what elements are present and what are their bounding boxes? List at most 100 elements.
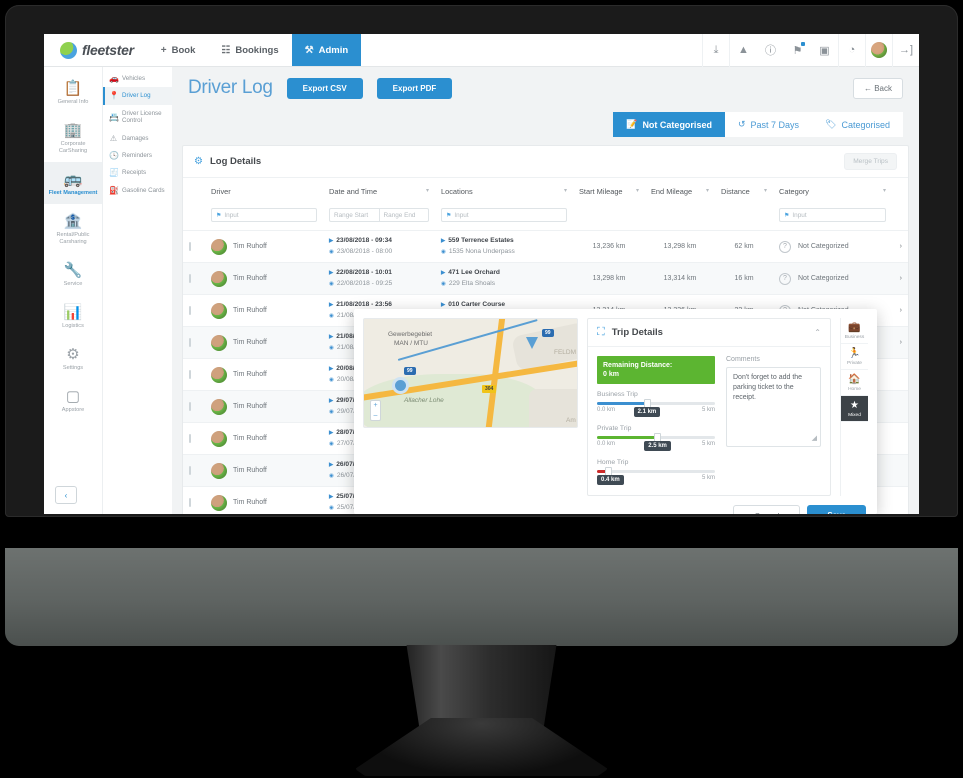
private-trip-slider[interactable] — [597, 433, 715, 442]
col-category[interactable]: ▾ Category — [773, 178, 892, 205]
row-checkbox[interactable] — [189, 242, 191, 251]
merge-trips-button[interactable]: Merge Trips — [844, 153, 897, 170]
tab-not-categorised[interactable]: 📝 Not Categorised — [613, 112, 725, 137]
nav-item-book[interactable]: + Book — [148, 34, 209, 66]
download-icon[interactable]: ⤓ — [702, 34, 729, 67]
logout-icon[interactable]: →] — [892, 34, 919, 67]
row-checkbox[interactable] — [189, 306, 191, 315]
category-filter-input[interactable]: ⚑ Input — [779, 208, 886, 222]
row-expand-chevron-icon[interactable]: › — [892, 263, 908, 295]
row-select-cell[interactable] — [183, 423, 205, 455]
range-start-input[interactable]: Range Start — [329, 208, 380, 222]
sidebar-item-vehicles[interactable]: 🚗 Vehicles — [103, 70, 172, 87]
export-pdf-button[interactable]: Export PDF — [376, 77, 453, 99]
range-end-input[interactable]: Range End — [379, 208, 429, 222]
row-select-cell[interactable] — [183, 295, 205, 327]
sidebar-item-rental-public-carsharing[interactable]: 🏦 Rental/Public Carsharing — [44, 204, 102, 253]
filter-icon: ⚑ — [784, 212, 790, 219]
sidebar-item-damages[interactable]: ⚠ Damages — [103, 130, 172, 147]
avatar[interactable] — [865, 34, 892, 67]
row-expand-chevron-icon[interactable] — [892, 423, 908, 455]
resize-grip-icon[interactable]: ◢ — [812, 434, 817, 444]
submenu-label: Driver License Control — [122, 109, 162, 125]
row-category-cell[interactable]: ? Not Categorized — [773, 231, 892, 263]
category-home[interactable]: 🏠 Home — [841, 370, 868, 396]
col-date-time[interactable]: ▾ Date and Time — [323, 178, 435, 205]
map-zoom-controls[interactable]: + – — [370, 400, 381, 421]
row-checkbox[interactable] — [189, 466, 191, 475]
row-expand-chevron-icon[interactable] — [892, 455, 908, 487]
sidebar-item-receipts[interactable]: 🧾 Receipts — [103, 164, 172, 181]
tab-categorised[interactable]: 🏷 Categorised — [812, 112, 903, 137]
sidebar-item-service[interactable]: 🔧 Service — [44, 253, 102, 295]
tab-past-7-days[interactable]: ↺ Past 7 Days — [724, 112, 813, 137]
category-mixed[interactable]: ★ Mixed — [841, 396, 868, 422]
col-distance[interactable]: ▾ Distance — [715, 178, 773, 205]
col-driver[interactable]: Driver — [205, 178, 323, 205]
save-button[interactable]: Save — [807, 505, 866, 514]
category-business[interactable]: 💼 Business — [841, 318, 868, 344]
brand-logo[interactable]: fleetster — [44, 34, 148, 66]
row-select-cell[interactable] — [183, 455, 205, 487]
table-row[interactable]: Tim Ruhoff ▶ 22/08/2018 - 10:01 ◉ 22/08/2018… — [183, 262, 908, 295]
row-expand-chevron-icon[interactable]: › — [892, 295, 908, 327]
col-end-mileage[interactable]: ▾ End Mileage — [645, 178, 715, 205]
collapse-panel-icon[interactable]: ⌃ — [814, 328, 821, 337]
row-expand-chevron-icon[interactable]: › — [892, 231, 908, 263]
row-checkbox[interactable] — [189, 370, 191, 379]
nav-item-admin[interactable]: ⚒ Admin — [291, 34, 362, 66]
globe-icon[interactable]: ◔ — [838, 34, 865, 67]
row-select-cell[interactable] — [183, 391, 205, 423]
row-expand-chevron-icon[interactable] — [892, 391, 908, 423]
cloud-icon[interactable]: ▲ — [730, 34, 757, 67]
row-select-cell[interactable] — [183, 327, 205, 359]
cancel-button[interactable]: Cancel — [733, 505, 801, 514]
row-select-cell[interactable] — [183, 359, 205, 391]
map-zoom-in-button[interactable]: + — [371, 401, 380, 411]
briefcase-icon[interactable]: ▣ — [811, 34, 838, 67]
sidebar-item-reminders[interactable]: 🕓 Reminders — [103, 147, 172, 164]
sidebar-item-gasoline-cards[interactable]: ⛽ Gasoline Cards — [103, 182, 172, 199]
sidebar-item-general-info[interactable]: 📋 General Info — [44, 71, 102, 113]
sidebar-item-driver-license-control[interactable]: 📇 Driver License Control — [103, 105, 172, 130]
row-checkbox[interactable] — [189, 434, 191, 443]
business-trip-slider[interactable] — [597, 399, 715, 408]
category-label: Not Categorized — [798, 243, 849, 250]
info-icon[interactable]: ⓘ — [757, 34, 784, 67]
row-checkbox[interactable] — [189, 338, 191, 347]
collapse-sidebar-button[interactable]: ‹ — [55, 486, 77, 504]
sidebar-item-fleet-management[interactable]: 🚌 Fleet Management — [44, 162, 102, 204]
monitor-stand-foot — [355, 718, 608, 776]
row-end-mileage: 13,314 km — [663, 275, 697, 282]
row-select-cell[interactable] — [183, 487, 205, 515]
sidebar-item-corporate-carsharing[interactable]: 🏢 Corporate CarSharing — [44, 113, 102, 162]
car-icon: 🚗 — [109, 74, 119, 83]
driver-filter-input[interactable]: ⚑ Input — [211, 208, 317, 222]
row-category-cell[interactable]: ? Not Categorized — [773, 263, 892, 295]
row-checkbox[interactable] — [189, 402, 191, 411]
category-private[interactable]: 🏃 Private — [841, 344, 868, 370]
row-select-cell[interactable] — [183, 231, 205, 263]
table-row[interactable]: Tim Ruhoff ▶ 23/08/2018 - 09:34 ◉ 23/08/2018… — [183, 230, 908, 263]
row-select-cell[interactable] — [183, 263, 205, 295]
locations-filter-input[interactable]: ⚑ Input — [441, 208, 567, 222]
export-csv-button[interactable]: Export CSV — [286, 77, 363, 99]
bell-icon[interactable]: ⚑ — [784, 34, 811, 67]
row-expand-chevron-icon[interactable] — [892, 359, 908, 391]
row-expand-chevron-icon[interactable] — [892, 487, 908, 515]
back-button[interactable]: ← Back — [852, 77, 903, 99]
sidebar-item-appstore[interactable]: ▢ Appstore — [44, 379, 102, 421]
home-trip-slider[interactable] — [597, 467, 715, 476]
comments-textarea[interactable]: Don't forget to add the parking ticket t… — [726, 367, 821, 447]
row-expand-chevron-icon[interactable]: › — [892, 327, 908, 359]
col-start-mileage[interactable]: ▾ Start Mileage — [573, 178, 645, 205]
sidebar-item-driver-log[interactable]: 📍 Driver Log — [103, 87, 172, 105]
sidebar-item-logistics[interactable]: 📊 Logistics — [44, 295, 102, 337]
row-checkbox[interactable] — [189, 498, 191, 507]
sidebar-item-settings[interactable]: ⚙ Settings — [44, 337, 102, 379]
map-zoom-out-button[interactable]: – — [371, 411, 380, 421]
row-checkbox[interactable] — [189, 274, 191, 283]
trip-map[interactable]: 99 99 304 Gewerbegebiet MAN / MTU Allach… — [363, 318, 578, 428]
col-locations[interactable]: ▾ Locations — [435, 178, 573, 205]
nav-item-bookings[interactable]: ☷ Bookings — [208, 34, 291, 66]
